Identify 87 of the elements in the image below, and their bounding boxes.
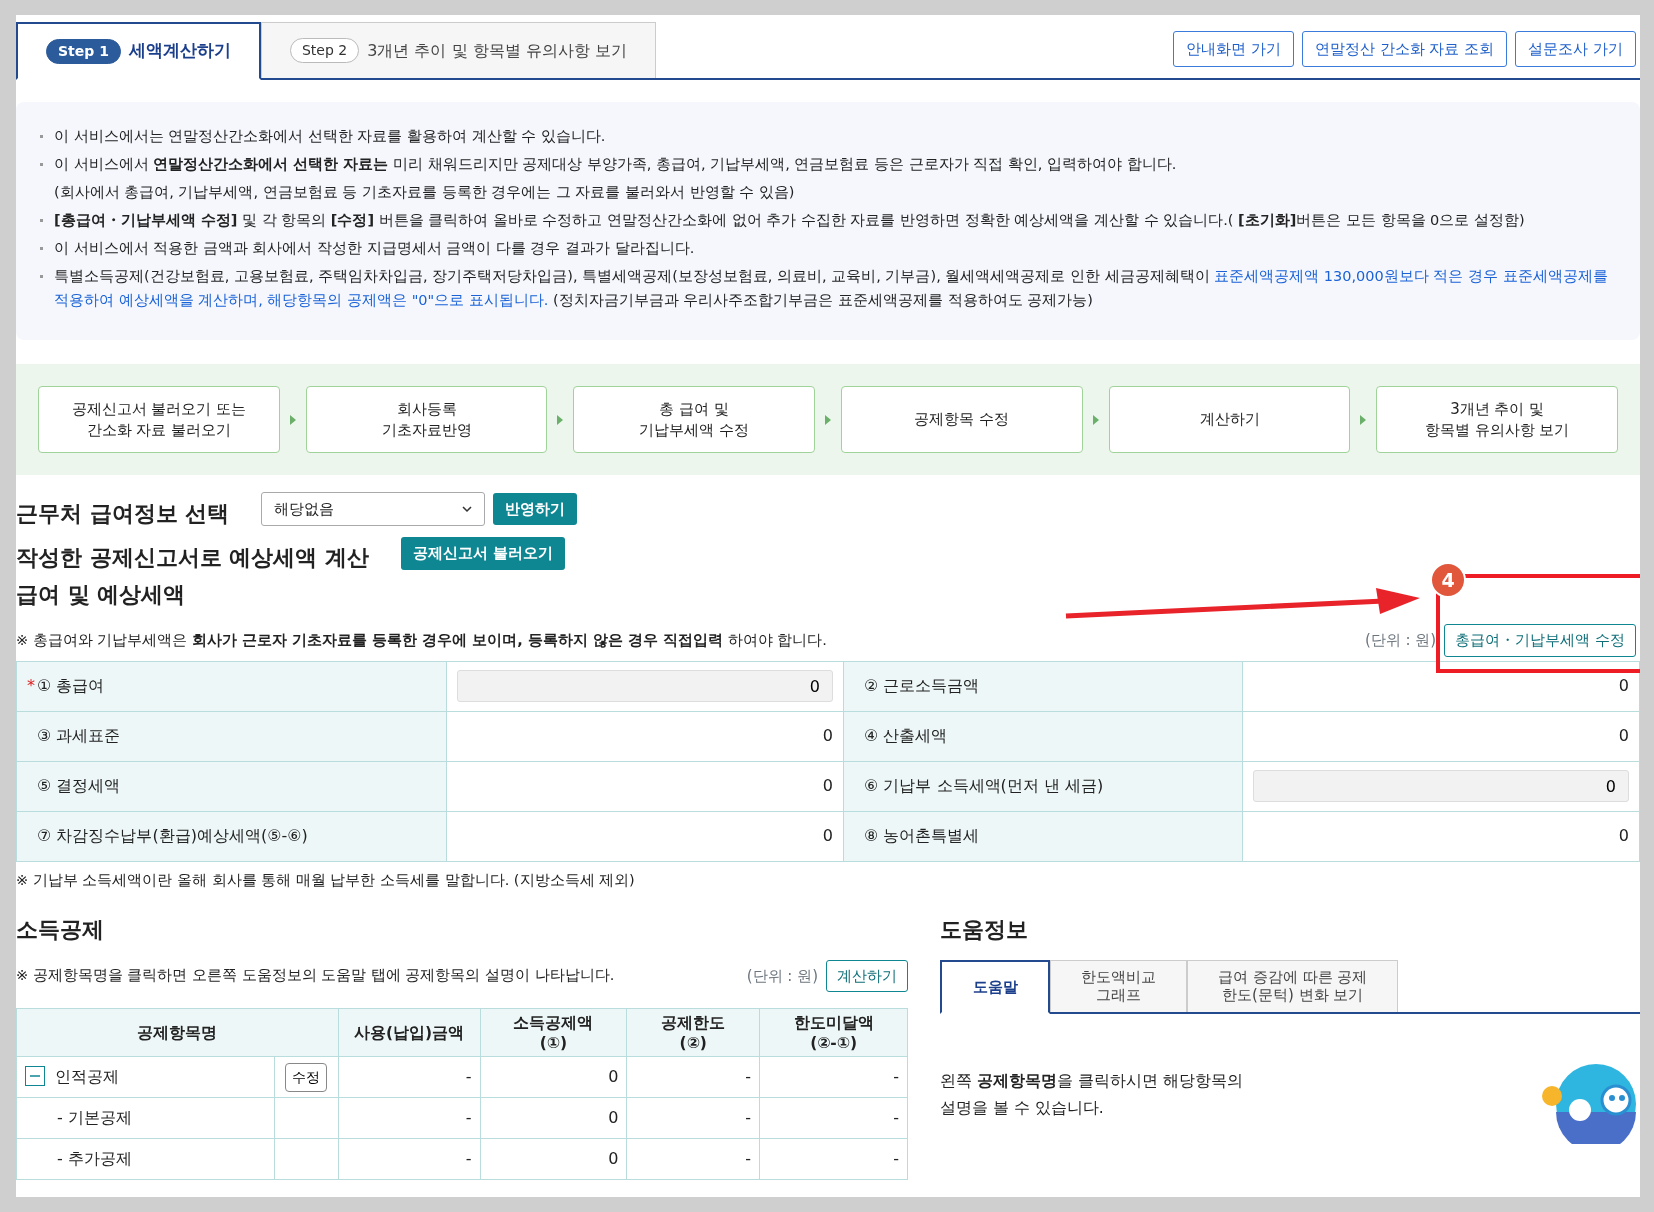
section-title: 작성한 공제신고서로 예상세액 계산: [16, 545, 369, 572]
collapse-toggle-icon[interactable]: [25, 1066, 45, 1087]
notice-text: 특별소득공제(건강보험료, 고용보험료, 주택임차차입금, 장기주택저당차입금), 특별세액공제(보장성보험료, 의료비, 교육비, 기부금), 월세액세액공제로 인한 세금공제혜택이 표준세액공제액 130,000원보다 적은 경우 표준세액공제를 적용하여 예상세액을 계산하며, 해당항목의 공제액은 "0"으로 표시됩니다. (정치자금기부금과 우리사주조합기부금은 표준세액공제를 적용하여도 공제가능): [40, 264, 1616, 312]
edit-salary-button[interactable]: 총급여・기납부세액 수정: [1444, 624, 1636, 657]
edit-button[interactable]: 수정: [285, 1062, 328, 1092]
bullet-icon: [40, 163, 43, 166]
notice-text: 이 서비스에서 적용한 금액과 회사에서 작성한 지급명세서 금액이 다를 경우 결과가 달라집니다.: [40, 236, 1616, 260]
arrow-icon: [1092, 414, 1099, 425]
nav-button[interactable]: 연말정산 간소화 자료 조회: [1301, 30, 1508, 68]
amount-field[interactable]: 0: [457, 670, 833, 703]
column-header: 소득공제액 (①): [480, 1008, 627, 1057]
amount-value: 0: [608, 1108, 619, 1128]
bullet-icon: [40, 247, 43, 250]
flow-step: 3개년 추이 및 항목별 유의사항 보기: [1376, 386, 1619, 453]
nav-button[interactable]: 설문조사 가기: [1515, 30, 1636, 68]
note-text: ※ 공제항목명을 클릭하면 오른쪽 도움정보의 도움말 탭에 공제항목의 설명이 나타납니다.: [16, 966, 615, 986]
column-header: 사용(납입)금액: [338, 1008, 480, 1057]
amount-field[interactable]: 0: [1253, 770, 1629, 803]
field-label: ③ 과세표준: [37, 726, 121, 746]
step-badge: 4: [1430, 562, 1467, 599]
step-tab[interactable]: Step 2 3개년 추이 및 항목별 유의사항 보기: [260, 22, 656, 78]
amount-value: -: [465, 1149, 472, 1169]
amount-value: -: [893, 1108, 899, 1128]
unit-text: (단위 : 원): [1364, 630, 1437, 652]
amount-value: 0: [1618, 826, 1629, 846]
amount-value: 0: [822, 726, 833, 746]
amount-value: -: [893, 1149, 899, 1169]
note-text: ※ 총급여와 기납부세액은 회사가 근로자 기초자료를 등록한 경우에 보이며, 등록하지 않은 경우 직접입력 하여야 합니다.: [16, 630, 827, 650]
amount-value: -: [745, 1149, 752, 1169]
field-label: ⑧ 농어촌특별세: [864, 826, 980, 846]
field-label: ④ 산출세액: [864, 726, 948, 746]
nav-button[interactable]: 안내화면 가기: [1173, 30, 1294, 68]
notice-text: (회사에서 총급여, 기납부세액, 연금보험료 등 기초자료를 등록한 경우에는 그 자료를 불러와서 반영할 수 있음): [53, 183, 796, 202]
arrow-icon: [825, 414, 831, 425]
help-tab[interactable]: 급여 증감에 따른 공제 한도(문턱) 변화 보기: [1187, 959, 1399, 1012]
column-header: 한도미달액 (②-①): [759, 1008, 908, 1057]
amount-value: 0: [1618, 676, 1629, 696]
section-title: 도움정보: [940, 917, 1029, 944]
help-tab[interactable]: 한도액비교 그래프: [1050, 959, 1187, 1012]
field-label: ① 총급여: [37, 676, 105, 696]
field-label: ⑦ 차감징수납부(환급)예상세액(⑤-⑥): [37, 826, 308, 846]
arrow-icon: [289, 414, 296, 425]
amount-value: 0: [608, 1067, 619, 1087]
amount-value: -: [745, 1108, 752, 1128]
bullet-icon: [40, 219, 43, 222]
amount-value: 0: [822, 826, 833, 846]
item-name[interactable]: 인적공제: [55, 1065, 119, 1090]
amount-value: -: [893, 1067, 899, 1087]
step-tab[interactable]: Step 1 세액계산하기: [16, 22, 261, 80]
notice-text: [총급여・기납부세액 수정] 및 각 항목의 [수정] 버튼을 클릭하여 올바로 수정하고 연말정산간소화에 없어 추가 수집한 자료를 반영하면 정확한 예상세액을 계산할 수 있습니다.( [초기화]버튼은 모든 항목을 0으로 설정함): [40, 208, 1616, 232]
amount-value: -: [465, 1108, 472, 1128]
item-name[interactable]: - 추가공제: [57, 1147, 132, 1172]
unit-text: (단위 : 원): [746, 965, 818, 987]
amount-value: 0: [1618, 726, 1629, 746]
field-label: ⑥ 기납부 소득세액(먼저 낸 세금): [864, 776, 1104, 796]
chevron-icon: [462, 505, 473, 513]
flow-step: 총 급여 및 기납부세액 수정: [573, 386, 815, 453]
amount-value: -: [465, 1067, 472, 1087]
flow-step: 공제신고서 불러오기 또는 간소화 자료 불러오기: [38, 386, 280, 453]
notice-text: 이 서비스에서 연말정산간소화에서 선택한 자료는 미리 채워드리지만 공제대상 부양가족, 총급여, 기납부세액, 연금보험료 등은 근로자가 직접 확인, 입력하여야 합니다.: [40, 152, 1616, 176]
arrow-icon: [1360, 414, 1367, 425]
amount-value: 0: [608, 1149, 619, 1169]
select-field[interactable]: 해당없음: [261, 492, 486, 527]
calculate-button[interactable]: 계산하기: [826, 959, 908, 993]
section-title: 급여 및 예상세액: [16, 581, 186, 609]
flow-step: 회사등록 기초자료반영: [305, 386, 548, 453]
amount-value: -: [745, 1067, 752, 1087]
help-text: 왼쪽 공제항목명을 클릭하시면 해당항목의 설명을 볼 수 있습니다.: [940, 1070, 1243, 1119]
item-name[interactable]: - 기본공제: [57, 1106, 132, 1131]
footnote-text: ※ 기납부 소득세액이란 올해 회사를 통해 매월 납부한 소득세를 말합니다. (지방소득세 제외): [16, 870, 636, 890]
field-label: ② 근로소득금액: [864, 676, 980, 696]
section-title: 근무처 급여정보 선택: [16, 501, 230, 528]
required-mark: *: [27, 675, 35, 698]
amount-value: 0: [822, 776, 833, 796]
bullet-icon: [40, 275, 43, 278]
bullet-icon: [40, 135, 43, 138]
load-button[interactable]: 공제신고서 불러오기: [401, 537, 566, 570]
flow-step: 공제항목 수정: [841, 386, 1083, 453]
field-label: ⑤ 결정세액: [37, 776, 121, 796]
column-header: 공제한도 (②): [626, 1008, 760, 1057]
notice-text: 이 서비스에서는 연말정산간소화에서 선택한 자료를 활용하여 계산할 수 있습니다.: [40, 124, 1616, 148]
arrow-icon: [557, 414, 564, 425]
section-title: 소득공제: [16, 917, 105, 944]
apply-button[interactable]: 반영하기: [493, 492, 578, 526]
column-header: 공제항목명: [16, 1008, 339, 1057]
help-tab[interactable]: 도움말: [940, 959, 1050, 1014]
flow-step: 계산하기: [1108, 386, 1351, 453]
